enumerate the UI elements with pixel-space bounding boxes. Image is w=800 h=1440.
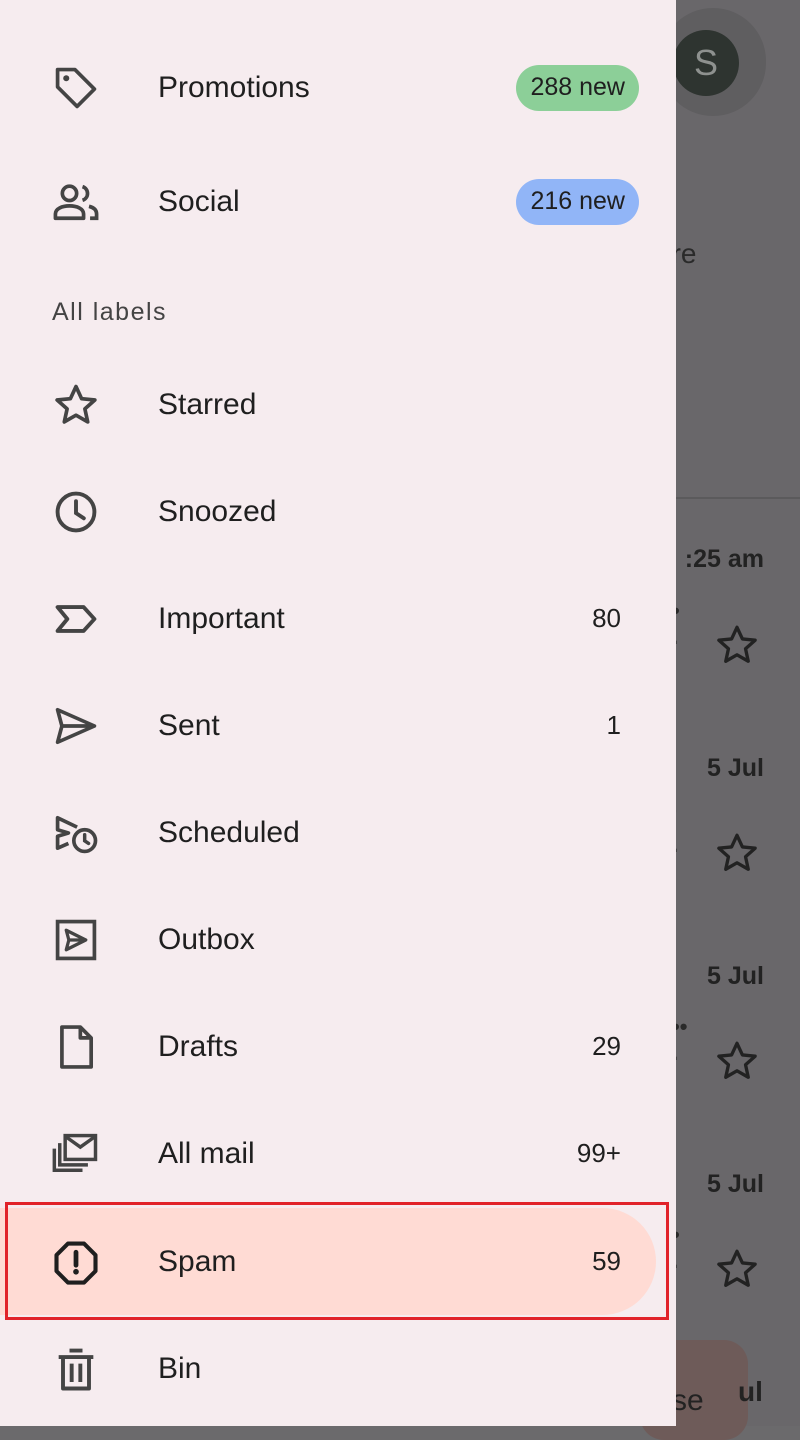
star-icon bbox=[717, 1041, 757, 1079]
outbox-icon bbox=[50, 914, 102, 966]
drawer-item-count: 29 bbox=[592, 1031, 621, 1061]
email-time: 5 Jul bbox=[707, 754, 764, 782]
drawer-item-social[interactable]: Social 216 new bbox=[0, 148, 676, 255]
drawer-item-label: Snoozed bbox=[158, 494, 277, 528]
star-icon bbox=[717, 833, 757, 871]
drawer-item-label: Sent bbox=[158, 708, 220, 742]
drawer-item-label: Important bbox=[158, 601, 285, 635]
new-count-badge: 288 new bbox=[516, 64, 639, 111]
drawer-item-drafts[interactable]: Drafts 29 bbox=[0, 993, 676, 1100]
drawer-item-label: Social bbox=[158, 184, 240, 218]
star-icon bbox=[717, 1249, 757, 1287]
drawer-item-label: Outbox bbox=[158, 922, 255, 956]
bin-icon bbox=[50, 1343, 102, 1395]
navigation-drawer: Promotions 288 new Social 216 new All la… bbox=[0, 0, 676, 1426]
drawer-item-promotions[interactable]: Promotions 288 new bbox=[0, 34, 676, 141]
section-title: All labels bbox=[52, 298, 168, 326]
drawer-item-scheduled[interactable]: Scheduled bbox=[0, 779, 676, 886]
drawer-item-outbox[interactable]: Outbox bbox=[0, 886, 676, 993]
drawer-item-bin[interactable]: Bin bbox=[0, 1315, 676, 1422]
clock-icon bbox=[50, 486, 102, 538]
drawer-item-label: Drafts bbox=[158, 1029, 239, 1063]
drawer-item-important[interactable]: Important 80 bbox=[0, 565, 676, 672]
drawer-item-snoozed[interactable]: Snoozed bbox=[0, 458, 676, 565]
drawer-item-label: All mail bbox=[158, 1136, 255, 1170]
star-icon bbox=[50, 379, 102, 431]
compose-fab-label: se bbox=[672, 1384, 704, 1417]
drawer-item-count: 99+ bbox=[576, 1138, 621, 1168]
scheduled-send-icon bbox=[50, 807, 102, 859]
people-icon bbox=[50, 176, 102, 228]
all-mail-icon bbox=[50, 1128, 102, 1180]
annotation-highlight-box bbox=[5, 1202, 669, 1320]
email-time: 5 Jul bbox=[707, 1170, 764, 1198]
drawer-item-count: 1 bbox=[606, 710, 621, 740]
send-icon bbox=[50, 700, 102, 752]
account-avatar: S bbox=[673, 30, 739, 96]
drawer-item-label: Scheduled bbox=[158, 815, 300, 849]
drawer-item-sent[interactable]: Sent 1 bbox=[0, 672, 676, 779]
draft-icon bbox=[50, 1021, 102, 1073]
drawer-item-starred[interactable]: Starred bbox=[0, 351, 676, 458]
drawer-item-label: Bin bbox=[158, 1351, 202, 1385]
star-icon bbox=[717, 625, 757, 663]
drawer-item-count: 80 bbox=[592, 603, 621, 633]
drawer-item-label: Starred bbox=[158, 387, 257, 421]
new-count-badge: 216 new bbox=[516, 178, 639, 225]
drawer-item-label: Promotions bbox=[158, 70, 310, 104]
important-icon bbox=[50, 593, 102, 645]
email-time: 5 Jul bbox=[707, 962, 764, 990]
drawer-item-all-mail[interactable]: All mail 99+ bbox=[0, 1100, 676, 1207]
tag-icon bbox=[50, 62, 102, 114]
background-text-fragment: ul bbox=[738, 1376, 763, 1407]
email-time: :25 am bbox=[684, 545, 764, 573]
background-divider bbox=[676, 497, 800, 499]
